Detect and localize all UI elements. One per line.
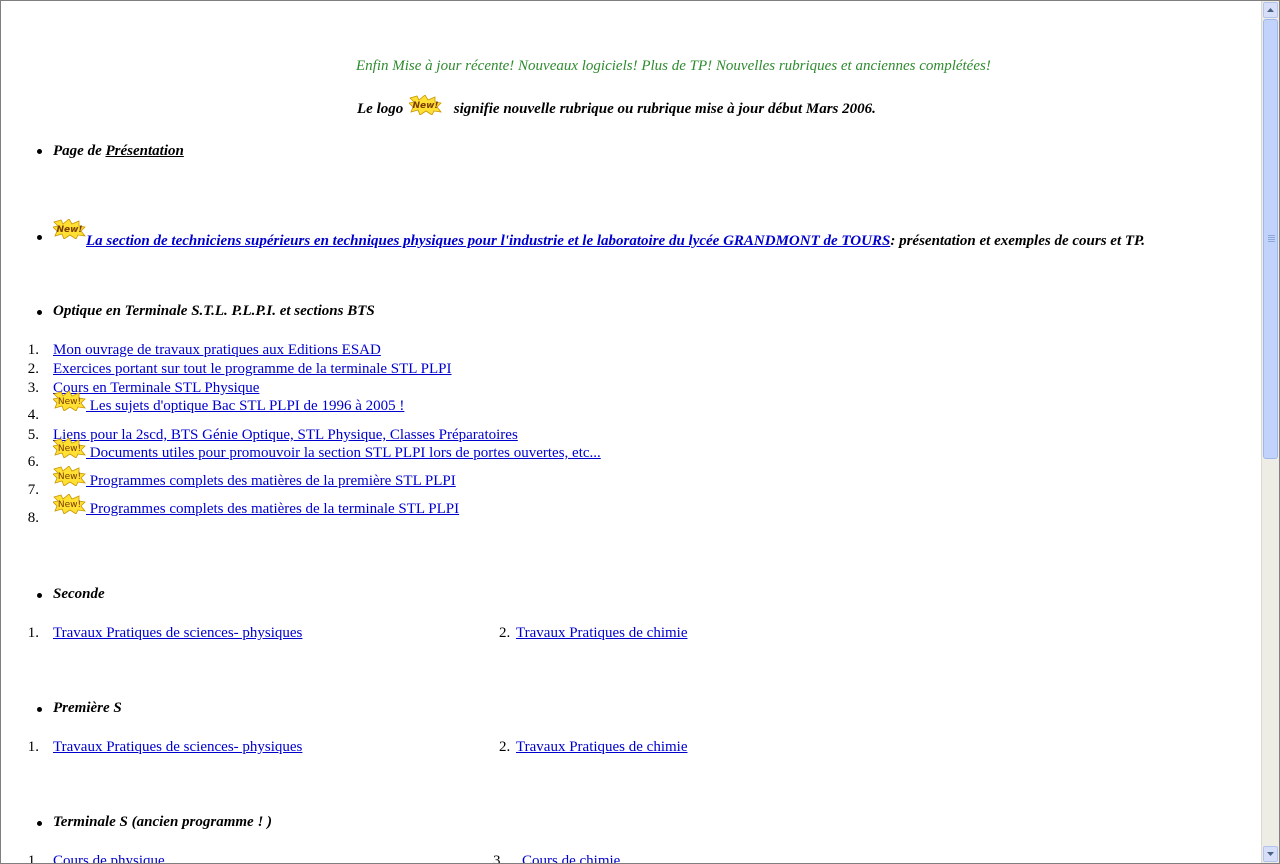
browser-viewport: Enfin Mise à jour récente! Nouveaux logi… xyxy=(0,0,1280,864)
list-number: 4. xyxy=(27,407,39,423)
list-number: 2. xyxy=(27,361,39,377)
list-number: 3. xyxy=(493,853,505,864)
optique-item: New! Programmes complets des matières de… xyxy=(53,494,459,518)
premiere-tp-chimie-link[interactable]: Travaux Pratiques de chimie xyxy=(516,739,688,756)
bullet xyxy=(37,149,42,154)
list-number: 1. xyxy=(27,739,39,755)
logo-legend: Le logo New! signifie nouvelle rubrique … xyxy=(357,95,876,118)
list-number: 1. xyxy=(27,342,39,358)
vertical-scrollbar[interactable] xyxy=(1261,1,1279,863)
svg-text:New!: New! xyxy=(58,444,81,454)
list-number: 1. xyxy=(27,625,39,641)
optique-item-link[interactable]: Programmes complets des matières de la t… xyxy=(86,501,459,517)
optique-item: New! Programmes complets des matières de… xyxy=(53,466,456,490)
bullet xyxy=(37,821,42,826)
terminale-heading: Terminale S (ancien programme ! ) xyxy=(53,814,273,830)
new-logo-text: New! xyxy=(412,101,438,111)
new-logo-icon: New! xyxy=(53,219,86,239)
optique-item-link[interactable]: Documents utiles pour promouvoir la sect… xyxy=(86,445,601,461)
seconde-tp-chimie-link[interactable]: Travaux Pratiques de chimie xyxy=(516,625,688,642)
optique-heading: Optique en Terminale S.T.L. P.L.P.I. et … xyxy=(53,303,375,319)
optique-item-link[interactable]: Les sujets d'optique Bac STL PLPI de 199… xyxy=(86,398,405,414)
optique-item: New! Les sujets d'optique Bac STL PLPI d… xyxy=(53,391,404,415)
seconde-tp-physique-link[interactable]: Travaux Pratiques de sciences- physiques xyxy=(53,625,302,642)
bullet xyxy=(37,235,42,240)
optique-item-link[interactable]: Mon ouvrage de travaux pratiques aux Edi… xyxy=(53,342,381,358)
premiere-heading: Première S xyxy=(53,700,122,716)
svg-text:New!: New! xyxy=(58,500,81,510)
logo-legend-suffix: signifie nouvelle rubrique ou rubrique m… xyxy=(453,101,876,117)
presentation-link[interactable]: Présentation xyxy=(105,143,183,159)
list-number: 1. xyxy=(27,853,39,864)
scroll-up-button[interactable] xyxy=(1263,2,1278,18)
premiere-tp-physique-link[interactable]: Travaux Pratiques de sciences- physiques xyxy=(53,739,302,756)
seconde-heading: Seconde xyxy=(53,586,105,602)
new-logo-icon: New! xyxy=(409,95,442,115)
new-logo-icon: New! xyxy=(53,438,86,458)
arrow-up-icon xyxy=(1267,8,1274,12)
scroll-thumb[interactable] xyxy=(1263,19,1278,459)
list-number: 2. xyxy=(499,625,511,641)
list-number: 7. xyxy=(27,482,39,498)
list-number: 5. xyxy=(27,427,39,443)
bullet xyxy=(37,707,42,712)
optique-item: New! Documents utiles pour promouvoir la… xyxy=(53,438,601,462)
svg-text:New!: New! xyxy=(56,225,82,235)
bts-section-line: New! La section de techniciens supérieur… xyxy=(53,219,1145,250)
presentation-line: Page de Présentation xyxy=(53,143,184,160)
presentation-prefix: Page de xyxy=(53,143,106,159)
list-number: 3. xyxy=(27,380,39,396)
optique-item-link[interactable]: Programmes complets des matières de la p… xyxy=(86,473,456,489)
arrow-down-icon xyxy=(1267,852,1274,856)
update-notice: Enfin Mise à jour récente! Nouveaux logi… xyxy=(356,58,991,74)
bts-section-suffix: : présentation et exemples de cours et T… xyxy=(890,233,1146,249)
svg-text:New!: New! xyxy=(58,397,81,407)
new-logo-icon: New! xyxy=(53,391,86,411)
logo-legend-prefix: Le logo xyxy=(357,101,404,117)
terminale-cours-chimie-link[interactable]: Cours de chimie xyxy=(522,853,620,863)
optique-item-link[interactable]: Exercices portant sur tout le programme … xyxy=(53,361,452,377)
bts-section-link[interactable]: La section de techniciens supérieurs en … xyxy=(86,233,890,249)
list-number: 2. xyxy=(499,739,511,755)
scroll-down-button[interactable] xyxy=(1263,846,1278,862)
terminale-cours-physique-link[interactable]: Cours de physique xyxy=(53,853,165,863)
optique-item: Exercices portant sur tout le programme … xyxy=(53,361,452,378)
bullet xyxy=(37,593,42,598)
new-logo-icon: New! xyxy=(53,466,86,486)
list-number: 8. xyxy=(27,510,39,526)
list-number: 6. xyxy=(27,454,39,470)
svg-text:New!: New! xyxy=(58,472,81,482)
bullet xyxy=(37,310,42,315)
optique-item: Mon ouvrage de travaux pratiques aux Edi… xyxy=(53,342,381,359)
new-logo-icon: New! xyxy=(53,494,86,514)
